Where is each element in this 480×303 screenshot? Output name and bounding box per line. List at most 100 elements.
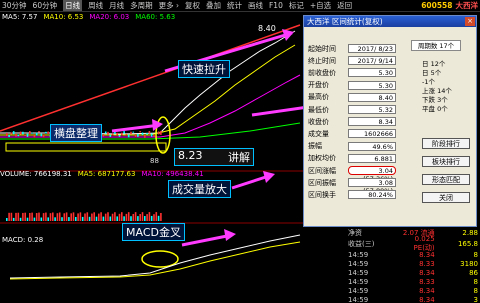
candle — [107, 131, 109, 135]
dialog-button-1[interactable]: 板块排行 — [422, 156, 470, 167]
volume-bar — [104, 213, 107, 221]
stat-label: 终止时间 — [308, 56, 336, 65]
volume-bar — [70, 213, 72, 221]
volume-bar — [98, 213, 100, 221]
stat-value: 80.24% — [348, 190, 396, 200]
price-value: 8.23 — [178, 149, 203, 162]
toolbar-item-1[interactable]: 60分钟 — [33, 0, 58, 11]
volume-bar — [56, 213, 59, 221]
stat-label: 前收盘价 — [308, 68, 336, 77]
volume-bar — [61, 217, 63, 221]
dialog-button-3[interactable]: 关闭 — [422, 192, 470, 203]
candle — [10, 132, 13, 135]
toolbar-right-2[interactable]: 统计 — [227, 0, 242, 11]
volume-bar — [29, 212, 31, 221]
volume-bar — [111, 213, 114, 221]
trade-row: 14:59 8.34 3 — [348, 294, 478, 303]
toolbar-right-1[interactable]: 叠加 — [206, 0, 221, 11]
volume-bar — [65, 212, 68, 221]
toolbar-item-0[interactable]: 30分钟 — [2, 0, 27, 11]
toolbar-item-3[interactable]: 周线 — [88, 0, 103, 11]
arrow-consolidate-head — [152, 119, 163, 131]
dif-line — [9, 234, 301, 279]
volume-bars — [6, 212, 162, 221]
candle — [111, 133, 114, 136]
toolbar-right-0[interactable]: 复权 — [185, 0, 200, 11]
quote-header-cell: 165.8 — [457, 239, 478, 248]
candle — [130, 131, 132, 135]
stat-value[interactable]: 2017/ 8/23 — [348, 44, 396, 53]
candle — [132, 131, 135, 133]
stat-row: 开盘价 5.30 — [308, 80, 408, 90]
volume-bar — [127, 212, 130, 221]
arrow-macd — [181, 233, 233, 247]
stat-value: 8.34 — [348, 117, 396, 127]
volume-bar — [19, 217, 22, 221]
candle — [109, 134, 112, 137]
volume-bar — [86, 212, 89, 221]
toolbar-right-3[interactable]: 画线 — [248, 0, 263, 11]
candle — [42, 134, 45, 138]
volume-bar — [121, 212, 123, 221]
candle — [45, 131, 47, 134]
candle — [153, 134, 155, 137]
candle — [22, 131, 24, 135]
candle — [160, 130, 162, 135]
candle — [6, 133, 8, 136]
stat-value: 3.08 (57.89%) — [348, 178, 396, 195]
toolbar-item-4[interactable]: 月线 — [109, 0, 124, 11]
toolbar-item-2[interactable]: 日线 — [63, 0, 83, 11]
volume-bar — [137, 216, 139, 221]
macd-label: MACD: 0.28 — [2, 236, 44, 244]
volume-label: VOLUME: 766198.31 — [0, 170, 72, 178]
toolbar-item-6[interactable]: 更多 › — [159, 0, 179, 11]
volume-bar — [75, 216, 77, 221]
volume-bar — [45, 212, 47, 221]
toolbar-right-4[interactable]: F10 — [269, 1, 283, 10]
candle — [33, 134, 36, 138]
volume-bar — [40, 217, 43, 221]
volume-bar — [8, 212, 10, 221]
toolbar-right-7[interactable]: 返回 — [337, 0, 352, 11]
candle — [141, 132, 144, 136]
stat-value: 5.30 — [348, 68, 396, 78]
volume-bar — [144, 216, 146, 221]
volume-bar — [150, 215, 153, 221]
rise-label: 快速拉升 — [178, 60, 230, 78]
price-high-label: 8.40 — [258, 24, 276, 33]
volume-ma10: MA10: 496438.41 — [141, 170, 204, 178]
stat-label: 开盘价 — [308, 81, 329, 90]
stat-value[interactable]: 2017/ 9/14 — [348, 56, 396, 66]
candle — [31, 132, 33, 134]
candle — [121, 132, 123, 136]
volume-bar — [146, 214, 148, 221]
stat-label: 最低价 — [308, 105, 329, 114]
volume-bar — [38, 212, 40, 221]
volume-bar — [42, 213, 45, 221]
toolbar-item-5[interactable]: 多周期 — [130, 0, 153, 11]
volume-bar — [93, 212, 95, 221]
candle — [38, 131, 40, 133]
close-icon[interactable]: × — [465, 17, 475, 26]
toolbar: 30分钟 60分钟 日线 周线 月线 多周期 更多 › 复权 叠加 统计 画线 F10 标记 +自选 返回 6… — [0, 0, 480, 12]
stat-value: 8.40 — [348, 92, 396, 102]
volume-bar — [157, 215, 160, 221]
volume-bar — [52, 212, 54, 221]
stat-row: 振幅 49.6% — [308, 141, 408, 151]
dialog-button-0[interactable]: 阶段排行 — [422, 138, 470, 149]
toolbar-right-5[interactable]: 标记 — [289, 0, 304, 11]
dialog-titlebar: 大西洋 区间统计(复权) × — [304, 16, 476, 27]
dialog-button-2[interactable]: 形态匹配 — [422, 174, 470, 185]
period-count: 周期数 17个 — [411, 40, 461, 51]
stat-row: 区间涨幅 3.04 (57.36%) — [308, 166, 408, 183]
dialog-title: 大西洋 区间统计(复权) — [307, 17, 383, 26]
volume-bar — [116, 216, 118, 221]
candle — [148, 131, 151, 134]
price-explain-label: 8.23 讲解 — [174, 148, 254, 166]
stat-value: 6.881 — [348, 153, 396, 163]
volume-bar — [35, 213, 38, 221]
quote-header: 收益(三) 0.025 PE(动) 165.8 — [348, 235, 478, 252]
toolbar-right-6[interactable]: +自选 — [310, 0, 331, 11]
volume-bar — [88, 216, 91, 221]
macd-ellipse — [141, 250, 179, 268]
